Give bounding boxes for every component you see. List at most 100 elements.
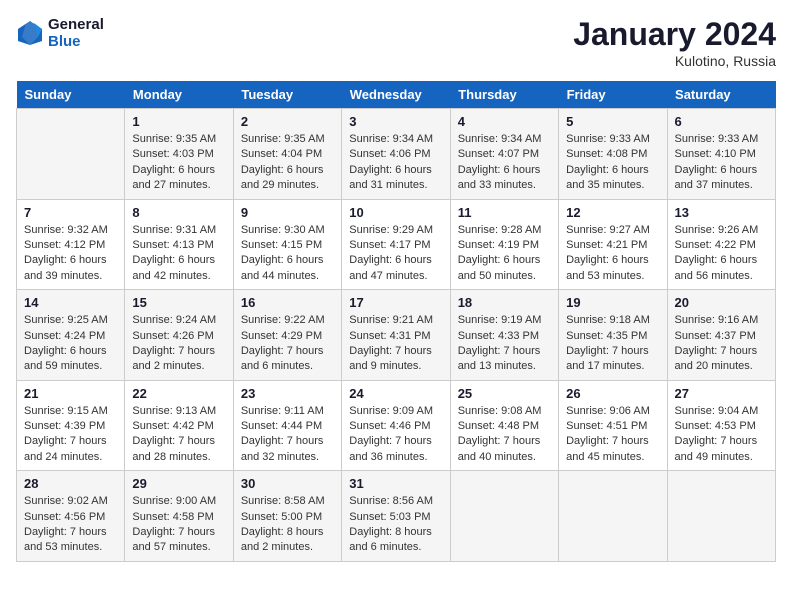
calendar-cell: 24 Sunrise: 9:09 AMSunset: 4:46 PMDayligh… [342,380,450,471]
day-info: Sunrise: 9:21 AMSunset: 4:31 PMDaylight:… [349,313,442,375]
calendar-week-2: 7 Sunrise: 9:32 AMSunset: 4:12 PMDaylight… [17,199,776,290]
day-number: 22 [132,386,225,401]
subtitle: Kulotino, Russia [573,53,776,69]
day-number: 30 [241,476,334,491]
weekday-header-monday: Monday [125,81,233,109]
calendar-cell: 16Sunrise: 9:22 AMSunset: 4:29 PMDayligh… [233,290,341,381]
day-number: 8 [132,205,225,220]
day-info: Sunrise: 9:11 AMSunset: 4:44 PMDaylight:… [241,404,334,466]
day-info: Sunrise: 9:32 AMSunset: 4:12 PMDaylight:… [24,223,117,285]
calendar-table: SundayMondayTuesdayWednesdayThursdayFrid… [16,81,776,562]
day-info: Sunrise: 9:31 AMSunset: 4:13 PMDaylight:… [132,223,225,285]
calendar-cell: 20Sunrise: 9:16 AMSunset: 4:37 PMDayligh… [667,290,775,381]
calendar-cell: 10Sunrise: 9:29 AMSunset: 4:17 PMDayligh… [342,199,450,290]
logo: General Blue [16,16,104,50]
day-number: 28 [24,476,117,491]
day-info: Sunrise: 9:04 AMSunset: 4:53 PMDaylight:… [675,404,768,466]
page-header: General Blue January 2024 Kulotino, Russ… [16,16,776,69]
day-number: 5 [566,114,659,129]
day-info: Sunrise: 9:35 AMSunset: 4:03 PMDaylight:… [132,132,225,194]
calendar-cell: 12 Sunrise: 9:27 AMSunset: 4:21 PMDayligh… [559,199,667,290]
calendar-cell [667,471,775,562]
calendar-cell [17,109,125,200]
day-info: Sunrise: 9:34 AMSunset: 4:06 PMDaylight:… [349,132,442,194]
calendar-week-1: 1Sunrise: 9:35 AMSunset: 4:03 PMDaylight… [17,109,776,200]
weekday-header-thursday: Thursday [450,81,558,109]
day-info: Sunrise: 9:02 AMSunset: 4:56 PMDaylight:… [24,494,117,556]
calendar-cell: 9 Sunrise: 9:30 AMSunset: 4:15 PMDaylight… [233,199,341,290]
calendar-week-3: 14Sunrise: 9:25 AMSunset: 4:24 PMDayligh… [17,290,776,381]
day-info: Sunrise: 8:58 AMSunset: 5:00 PMDaylight:… [241,494,334,556]
weekday-header-sunday: Sunday [17,81,125,109]
calendar-cell: 19 Sunrise: 9:18 AMSunset: 4:35 PMDayligh… [559,290,667,381]
day-number: 6 [675,114,768,129]
calendar-week-4: 21 Sunrise: 9:15 AMSunset: 4:39 PMDayligh… [17,380,776,471]
calendar-cell: 28 Sunrise: 9:02 AMSunset: 4:56 PMDayligh… [17,471,125,562]
day-info: Sunrise: 9:33 AMSunset: 4:08 PMDaylight:… [566,132,659,194]
day-number: 25 [458,386,551,401]
calendar-cell: 1Sunrise: 9:35 AMSunset: 4:03 PMDaylight… [125,109,233,200]
day-number: 17 [349,295,442,310]
day-info: Sunrise: 9:18 AMSunset: 4:35 PMDaylight:… [566,313,659,375]
day-info: Sunrise: 9:26 AMSunset: 4:22 PMDaylight:… [675,223,768,285]
calendar-cell: 21 Sunrise: 9:15 AMSunset: 4:39 PMDayligh… [17,380,125,471]
calendar-cell: 6 Sunrise: 9:33 AMSunset: 4:10 PMDaylight… [667,109,775,200]
day-info: Sunrise: 9:24 AMSunset: 4:26 PMDaylight:… [132,313,225,375]
calendar-cell: 15 Sunrise: 9:24 AMSunset: 4:26 PMDayligh… [125,290,233,381]
calendar-header: SundayMondayTuesdayWednesdayThursdayFrid… [17,81,776,109]
calendar-cell: 30 Sunrise: 8:58 AMSunset: 5:00 PMDayligh… [233,471,341,562]
day-info: Sunrise: 9:28 AMSunset: 4:19 PMDaylight:… [458,223,551,285]
day-info: Sunrise: 9:15 AMSunset: 4:39 PMDaylight:… [24,404,117,466]
day-info: Sunrise: 9:22 AMSunset: 4:29 PMDaylight:… [241,313,334,375]
calendar-cell: 3 Sunrise: 9:34 AMSunset: 4:06 PMDaylight… [342,109,450,200]
calendar-cell: 7 Sunrise: 9:32 AMSunset: 4:12 PMDaylight… [17,199,125,290]
day-number: 9 [241,205,334,220]
day-info: Sunrise: 9:33 AMSunset: 4:10 PMDaylight:… [675,132,768,194]
title-block: January 2024 Kulotino, Russia [573,16,776,69]
day-info: Sunrise: 9:27 AMSunset: 4:21 PMDaylight:… [566,223,659,285]
day-info: Sunrise: 9:19 AMSunset: 4:33 PMDaylight:… [458,313,551,375]
day-number: 24 [349,386,442,401]
calendar-week-5: 28 Sunrise: 9:02 AMSunset: 4:56 PMDayligh… [17,471,776,562]
day-number: 19 [566,295,659,310]
day-number: 23 [241,386,334,401]
calendar-cell: 14Sunrise: 9:25 AMSunset: 4:24 PMDayligh… [17,290,125,381]
day-number: 18 [458,295,551,310]
day-number: 12 [566,205,659,220]
day-number: 13 [675,205,768,220]
day-number: 4 [458,114,551,129]
calendar-cell: 25Sunrise: 9:08 AMSunset: 4:48 PMDayligh… [450,380,558,471]
day-number: 2 [241,114,334,129]
day-info: Sunrise: 9:30 AMSunset: 4:15 PMDaylight:… [241,223,334,285]
calendar-cell: 23 Sunrise: 9:11 AMSunset: 4:44 PMDayligh… [233,380,341,471]
weekday-header-saturday: Saturday [667,81,775,109]
calendar-cell: 27 Sunrise: 9:04 AMSunset: 4:53 PMDayligh… [667,380,775,471]
day-info: Sunrise: 8:56 AMSunset: 5:03 PMDaylight:… [349,494,442,556]
calendar-cell: 5 Sunrise: 9:33 AMSunset: 4:08 PMDaylight… [559,109,667,200]
logo-icon [16,19,44,47]
day-number: 11 [458,205,551,220]
calendar-cell [450,471,558,562]
calendar-cell: 4 Sunrise: 9:34 AMSunset: 4:07 PMDaylight… [450,109,558,200]
day-number: 29 [132,476,225,491]
calendar-cell: 8 Sunrise: 9:31 AMSunset: 4:13 PMDaylight… [125,199,233,290]
day-info: Sunrise: 9:34 AMSunset: 4:07 PMDaylight:… [458,132,551,194]
weekday-header-tuesday: Tuesday [233,81,341,109]
day-number: 7 [24,205,117,220]
calendar-cell: 13 Sunrise: 9:26 AMSunset: 4:22 PMDayligh… [667,199,775,290]
calendar-cell [559,471,667,562]
day-number: 15 [132,295,225,310]
calendar-cell: 2 Sunrise: 9:35 AMSunset: 4:04 PMDaylight… [233,109,341,200]
day-number: 26 [566,386,659,401]
day-info: Sunrise: 9:09 AMSunset: 4:46 PMDaylight:… [349,404,442,466]
day-info: Sunrise: 9:13 AMSunset: 4:42 PMDaylight:… [132,404,225,466]
weekday-header-wednesday: Wednesday [342,81,450,109]
day-number: 21 [24,386,117,401]
weekday-header-friday: Friday [559,81,667,109]
calendar-cell: 17 Sunrise: 9:21 AMSunset: 4:31 PMDayligh… [342,290,450,381]
day-info: Sunrise: 9:16 AMSunset: 4:37 PMDaylight:… [675,313,768,375]
day-number: 3 [349,114,442,129]
day-number: 14 [24,295,117,310]
day-number: 27 [675,386,768,401]
day-info: Sunrise: 9:35 AMSunset: 4:04 PMDaylight:… [241,132,334,194]
